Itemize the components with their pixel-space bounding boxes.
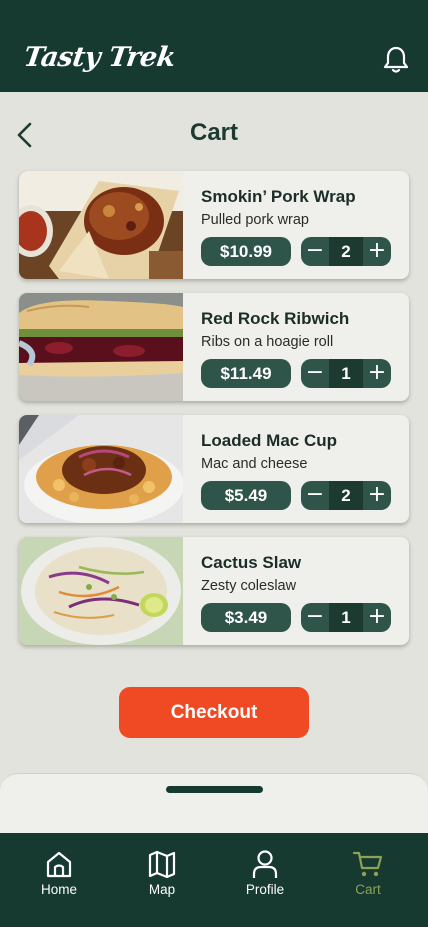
item-name: Red Rock Ribwich <box>201 309 350 328</box>
home-icon <box>46 851 72 878</box>
cart-item-card: Loaded Mac Cup Mac and cheese $5.49 − 2 … <box>19 415 409 523</box>
quantity-stepper: − 2 + <box>301 237 391 266</box>
item-photo <box>19 415 183 523</box>
item-photo <box>19 537 183 645</box>
item-description: Ribs on a hoagie roll <box>201 334 334 350</box>
cart-item-card: Cactus Slaw Zesty coleslaw $3.49 − 1 + <box>19 537 409 645</box>
increase-quantity-button[interactable]: + <box>363 603 391 632</box>
checkout-button[interactable]: Checkout <box>119 687 309 738</box>
quantity-stepper: − 2 + <box>301 481 391 510</box>
item-quantity: 1 <box>329 359 363 388</box>
nav-label: Cart <box>355 882 381 897</box>
app-header: Tasty Trek <box>0 0 428 92</box>
quantity-stepper: − 1 + <box>301 603 391 632</box>
cart-item-card: Red Rock Ribwich Ribs on a hoagie roll $… <box>19 293 409 401</box>
cart-item-card: Smokin’ Pork Wrap Pulled pork wrap $10.9… <box>19 171 409 279</box>
item-price: $10.99 <box>201 237 291 266</box>
item-name: Loaded Mac Cup <box>201 431 338 450</box>
app-logo: Tasty Trek <box>21 42 178 73</box>
nav-label: Profile <box>245 882 285 897</box>
item-name: Cactus Slaw <box>201 553 302 572</box>
increase-quantity-button[interactable]: + <box>363 237 391 266</box>
map-icon <box>148 850 176 879</box>
profile-icon <box>252 850 278 878</box>
nav-cart[interactable]: Cart <box>328 833 408 927</box>
bottom-nav: Home Map Profile Cart <box>0 833 428 927</box>
increase-quantity-button[interactable]: + <box>363 481 391 510</box>
sheet-drag-handle[interactable] <box>166 786 263 793</box>
nav-label: Map <box>148 882 176 897</box>
item-photo <box>19 293 183 401</box>
nav-map[interactable]: Map <box>122 833 202 927</box>
item-price: $3.49 <box>201 603 291 632</box>
increase-quantity-button[interactable]: + <box>363 359 391 388</box>
item-quantity: 2 <box>329 237 363 266</box>
item-price: $5.49 <box>201 481 291 510</box>
nav-label: Home <box>40 882 77 897</box>
decrease-quantity-button[interactable]: − <box>301 359 329 388</box>
nav-profile[interactable]: Profile <box>225 833 305 927</box>
page-title: Cart <box>189 119 238 146</box>
item-description: Zesty coleslaw <box>201 578 297 594</box>
decrease-quantity-button[interactable]: − <box>301 481 329 510</box>
item-quantity: 2 <box>329 481 363 510</box>
nav-home[interactable]: Home <box>19 833 99 927</box>
cart-icon <box>352 851 383 877</box>
item-description: Pulled pork wrap <box>201 212 309 228</box>
item-price: $11.49 <box>201 359 291 388</box>
decrease-quantity-button[interactable]: − <box>301 603 329 632</box>
item-photo <box>19 171 183 279</box>
item-quantity: 1 <box>329 603 363 632</box>
decrease-quantity-button[interactable]: − <box>301 237 329 266</box>
quantity-stepper: − 1 + <box>301 359 391 388</box>
item-description: Mac and cheese <box>201 456 308 472</box>
bell-icon[interactable] <box>380 44 412 76</box>
item-name: Smokin’ Pork Wrap <box>201 187 356 206</box>
